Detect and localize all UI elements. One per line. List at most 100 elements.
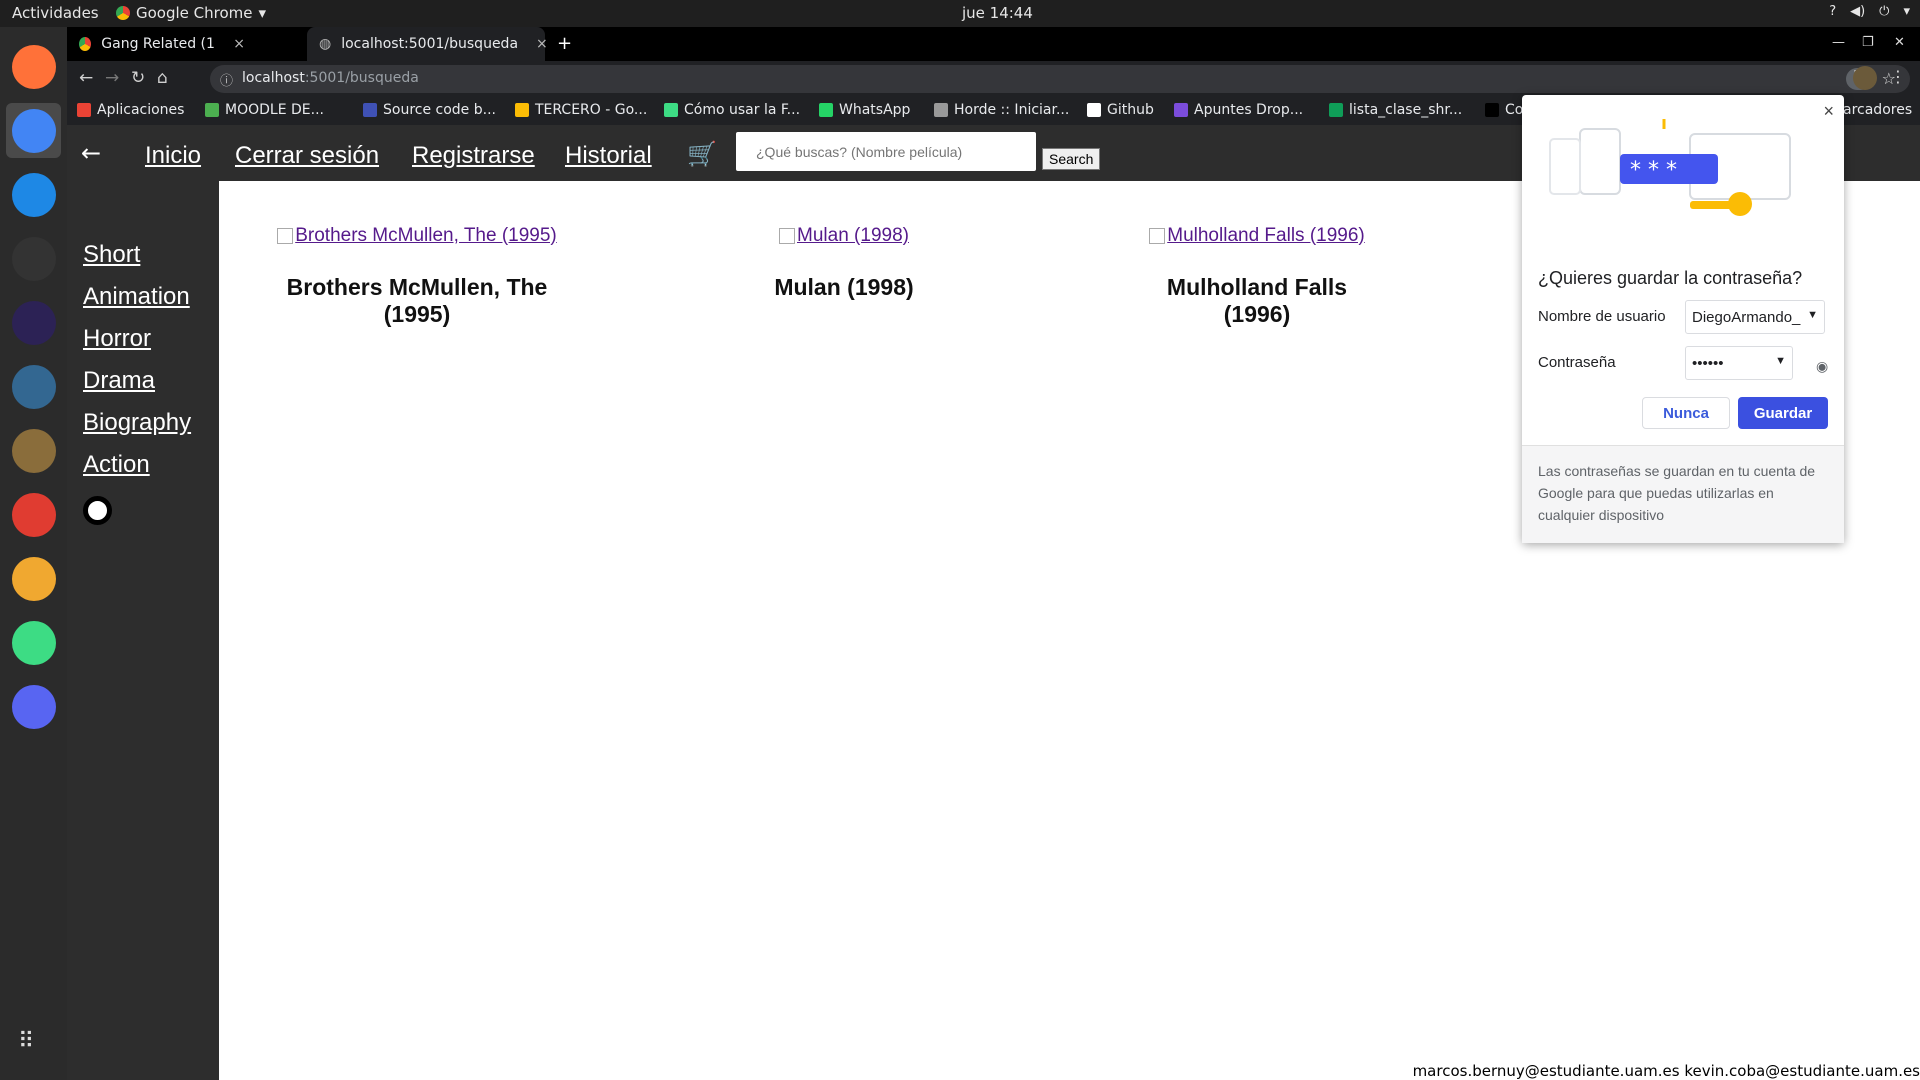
chevron-down-icon: ▾ bbox=[258, 4, 267, 22]
genre-biography[interactable]: Biography bbox=[83, 409, 191, 437]
dropdown-caret-icon: ▼ bbox=[1807, 309, 1818, 321]
movie-card: Mulan (1998) Mulan (1998) bbox=[764, 225, 924, 301]
close-window-button[interactable]: ✕ bbox=[1894, 35, 1905, 50]
maximize-button[interactable]: ❐ bbox=[1862, 35, 1874, 50]
dock-item[interactable] bbox=[6, 295, 61, 350]
other-bookmarks[interactable]: arcadores bbox=[1843, 102, 1912, 118]
bookmark-label: Source code b... bbox=[383, 102, 496, 118]
close-icon[interactable]: × bbox=[233, 36, 245, 52]
nav-cerrar-sesion[interactable]: Cerrar sesión bbox=[235, 142, 379, 170]
bookmark-item[interactable]: Horde :: Iniciar... bbox=[934, 102, 1069, 118]
dock-item[interactable] bbox=[6, 231, 61, 286]
volume-icon[interactable]: ◀) bbox=[1850, 4, 1865, 19]
theme-toggle[interactable] bbox=[83, 496, 112, 525]
broken-image-icon bbox=[779, 228, 796, 244]
browser-toolbar: ← → ↻ ⌂ ⓘ localhost:5001/busqueda ⚿ ☆ ⋮ bbox=[67, 61, 1920, 97]
dock-item[interactable] bbox=[6, 103, 61, 158]
dock-item[interactable] bbox=[6, 359, 61, 414]
home-icon[interactable]: ⌂ bbox=[157, 68, 168, 88]
back-arrow-icon[interactable]: ← bbox=[79, 68, 93, 88]
tab-strip: Gang Related (1997) - Bús × ◍ localhost:… bbox=[67, 27, 1920, 61]
bookmark-item[interactable]: TERCERO - Go... bbox=[515, 102, 647, 118]
eye-icon[interactable]: ◉ bbox=[1816, 358, 1828, 375]
tab-title: localhost:5001/busqueda bbox=[341, 36, 519, 52]
bookmark-item[interactable]: Co bbox=[1485, 102, 1523, 118]
bookmark-label: TERCERO - Go... bbox=[535, 102, 648, 118]
bookmark-favicon-icon bbox=[363, 103, 377, 117]
bookmark-item[interactable]: WhatsApp bbox=[819, 102, 910, 118]
dialog-footer-text: Las contraseñas se guardan en tu cuenta … bbox=[1522, 445, 1844, 543]
nav-historial[interactable]: Historial bbox=[565, 142, 652, 170]
forward-arrow-icon[interactable]: → bbox=[105, 68, 119, 88]
bookmark-favicon-icon bbox=[664, 103, 678, 117]
system-tray[interactable]: ? ◀) ⏻ ▾ bbox=[1829, 4, 1910, 19]
movie-poster-link[interactable]: Brothers McMullen, The (1995) bbox=[277, 225, 557, 247]
info-icon[interactable]: ⓘ bbox=[220, 70, 233, 89]
minimize-button[interactable]: — bbox=[1832, 35, 1845, 50]
bookmark-item[interactable]: lista_clase_shr... bbox=[1329, 102, 1462, 118]
nav-registrarse[interactable]: Registrarse bbox=[412, 142, 535, 170]
nav-inicio[interactable]: Inicio bbox=[145, 142, 201, 170]
dock-item[interactable] bbox=[6, 551, 61, 606]
new-tab-button[interactable]: + bbox=[557, 33, 572, 54]
bookmark-label: Apuntes Drop... bbox=[1194, 102, 1304, 118]
address-bar[interactable]: ⓘ localhost:5001/busqueda ⚿ ☆ bbox=[210, 65, 1910, 93]
text-editor-icon bbox=[11, 492, 56, 537]
bookmark-item[interactable]: Apuntes Drop... bbox=[1174, 102, 1303, 118]
bookmark-item[interactable]: Aplicaciones bbox=[77, 102, 184, 118]
tab-title: Gang Related (1997) - Bús bbox=[101, 36, 215, 52]
activities-button[interactable]: Actividades bbox=[12, 4, 99, 22]
bookmark-item[interactable]: MOODLE DE... bbox=[205, 102, 324, 118]
firefox-icon bbox=[11, 44, 56, 89]
movie-poster-link[interactable]: Mulholland Falls (1996) bbox=[1149, 225, 1365, 247]
dock-item[interactable] bbox=[6, 679, 61, 734]
bookmark-label: Co bbox=[1505, 102, 1524, 118]
username-select[interactable]: DiegoArmando_ ▼ bbox=[1685, 300, 1825, 334]
help-icon[interactable]: ? bbox=[1829, 4, 1836, 19]
clock[interactable]: jue 14:44 bbox=[962, 4, 1033, 22]
search-input[interactable] bbox=[736, 132, 1036, 171]
genre-drama[interactable]: Drama bbox=[83, 367, 155, 395]
profile-avatar[interactable] bbox=[1853, 66, 1877, 90]
bookmark-label: lista_clase_shr... bbox=[1349, 102, 1463, 118]
bookmark-item[interactable]: Cómo usar la F... bbox=[664, 102, 800, 118]
show-apps-grid-icon[interactable]: ⠿ bbox=[18, 1029, 34, 1054]
more-menu-icon[interactable]: ⋮ bbox=[1890, 67, 1906, 86]
close-icon[interactable]: × bbox=[536, 36, 548, 52]
save-password-dialog: × * * * ¿Quieres guardar la contraseña? … bbox=[1522, 95, 1844, 543]
movie-poster-link[interactable]: Mulan (1998) bbox=[779, 225, 909, 247]
tab-gang-related[interactable]: Gang Related (1997) - Bús × bbox=[67, 27, 257, 61]
dock-item[interactable] bbox=[6, 615, 61, 670]
reload-icon[interactable]: ↻ bbox=[131, 68, 145, 88]
dock: ⠿ bbox=[0, 27, 67, 1080]
genre-horror[interactable]: Horror bbox=[83, 325, 151, 353]
dock-item[interactable] bbox=[6, 423, 61, 478]
power-icon[interactable]: ⏻ bbox=[1879, 4, 1889, 19]
bookmark-item[interactable]: Source code b... bbox=[363, 102, 496, 118]
dock-item[interactable] bbox=[6, 39, 61, 94]
password-select[interactable]: •••••• ▼ bbox=[1685, 346, 1793, 380]
tab-busqueda[interactable]: ◍ localhost:5001/busqueda × bbox=[307, 27, 548, 61]
genre-short[interactable]: Short bbox=[83, 241, 140, 269]
bookmark-favicon-icon bbox=[515, 103, 529, 117]
genre-animation[interactable]: Animation bbox=[83, 283, 190, 311]
google-favicon-icon bbox=[79, 37, 92, 51]
back-arrow-icon[interactable]: ← bbox=[81, 139, 101, 167]
dock-item[interactable] bbox=[6, 487, 61, 542]
terminal-icon bbox=[11, 236, 56, 281]
search-button[interactable]: Search bbox=[1042, 148, 1101, 170]
dock-item[interactable] bbox=[6, 167, 61, 222]
bookmark-favicon-icon bbox=[77, 103, 91, 117]
bookmark-label: WhatsApp bbox=[839, 102, 911, 118]
chrome-small-icon bbox=[116, 6, 130, 20]
bookmark-label: Cómo usar la F... bbox=[684, 102, 801, 118]
app-menu[interactable]: Google Chrome ▾ bbox=[116, 4, 266, 22]
vscode-icon bbox=[11, 172, 56, 217]
chevron-down-icon[interactable]: ▾ bbox=[1903, 4, 1910, 19]
eclipse-icon bbox=[11, 300, 56, 345]
genre-action[interactable]: Action bbox=[83, 451, 150, 479]
cart-icon[interactable]: 🛒 bbox=[687, 140, 717, 168]
bookmark-item[interactable]: Github bbox=[1087, 102, 1154, 118]
never-button[interactable]: Nunca bbox=[1642, 397, 1730, 429]
save-button[interactable]: Guardar bbox=[1738, 397, 1828, 429]
